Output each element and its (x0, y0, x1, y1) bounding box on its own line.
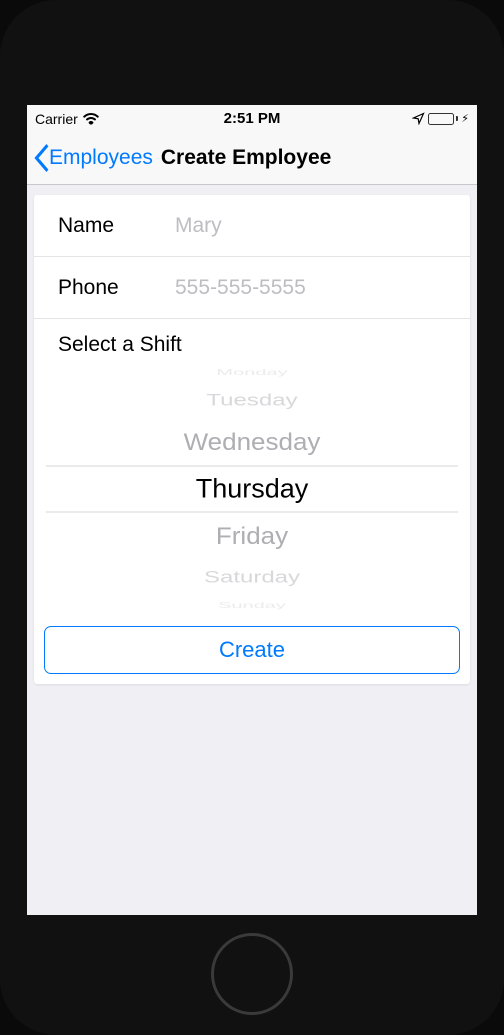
create-button-label: Create (219, 637, 285, 663)
phone-label: Phone (58, 276, 175, 300)
form-card: Name Phone Select a Shift Monday Tuesday… (34, 195, 470, 684)
nav-bar: Employees Create Employee (27, 132, 477, 185)
back-button[interactable]: Employees (33, 144, 153, 172)
create-button[interactable]: Create (44, 626, 460, 674)
status-time: 2:51 PM (224, 110, 281, 127)
carrier-label: Carrier (35, 111, 78, 127)
picker-item[interactable]: Friday (216, 514, 288, 557)
phone-row: Phone (34, 257, 470, 319)
picker-item[interactable]: Wednesday (184, 420, 321, 463)
picker-item-selected[interactable]: Thursday (196, 465, 309, 512)
wifi-icon (82, 112, 100, 125)
status-right: ⚡︎ (412, 112, 469, 125)
home-button[interactable] (211, 933, 293, 1015)
back-label: Employees (49, 146, 153, 170)
status-bar: Carrier 2:51 PM ⚡︎ (27, 105, 477, 132)
phone-input[interactable] (175, 276, 446, 300)
charging-icon: ⚡︎ (461, 112, 469, 125)
picker-track: Monday Tuesday Wednesday Thursday Friday… (34, 362, 470, 615)
nav-title: Create Employee (161, 146, 331, 170)
shift-label: Select a Shift (34, 319, 470, 361)
picker-item[interactable]: Saturday (204, 564, 300, 589)
shift-picker[interactable]: Monday Tuesday Wednesday Thursday Friday… (34, 361, 470, 616)
picker-item[interactable]: Tuesday (206, 387, 297, 412)
screen: Carrier 2:51 PM ⚡︎ (27, 105, 477, 915)
name-input[interactable] (175, 214, 446, 238)
battery-icon (428, 113, 458, 125)
name-label: Name (58, 214, 175, 238)
picker-item[interactable]: Monday (216, 368, 287, 376)
status-left: Carrier (35, 111, 100, 127)
device-frame: Carrier 2:51 PM ⚡︎ (0, 0, 504, 1035)
name-row: Name (34, 195, 470, 257)
location-icon (412, 112, 425, 125)
picker-item[interactable]: Sunday (218, 601, 286, 609)
